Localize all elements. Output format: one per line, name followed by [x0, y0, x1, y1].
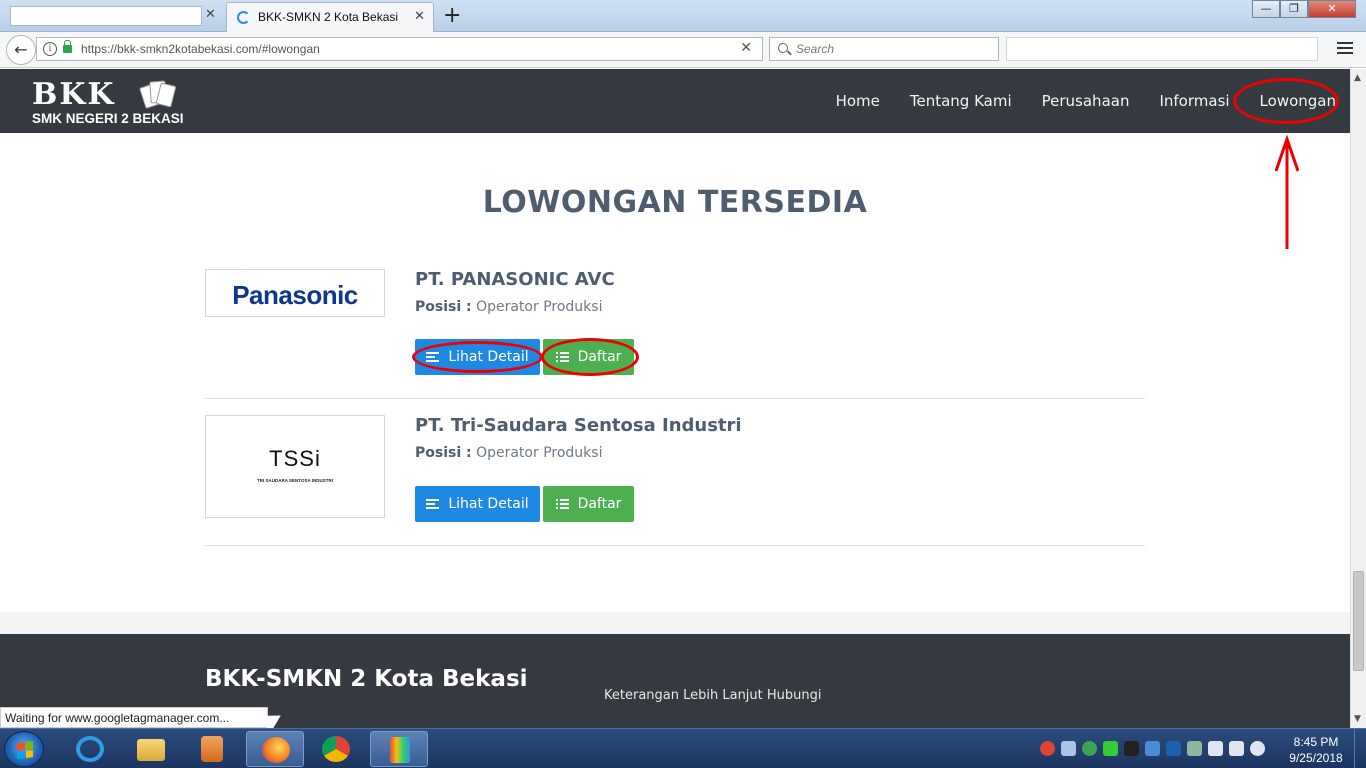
system-tray: [1040, 741, 1265, 756]
search-input[interactable]: Search: [769, 37, 999, 61]
url-bar[interactable]: i https://bkk-smkn2kotabekasi.com/#lowon…: [36, 37, 763, 61]
info-icon[interactable]: i: [43, 42, 57, 56]
company-logo-panasonic: Panasonic: [205, 269, 385, 317]
nav-tentang-kami[interactable]: Tentang Kami: [910, 92, 1012, 110]
paint-icon: [390, 737, 410, 763]
company-name: PT. PANASONIC AVC: [415, 269, 615, 290]
url-text[interactable]: https://bkk-smkn2kotabekasi.com/#lowonga…: [81, 42, 320, 56]
scroll-thumb[interactable]: [1353, 571, 1364, 671]
triangle-tray-icon[interactable]: [1103, 741, 1118, 756]
folder-icon: [137, 739, 165, 761]
show-desktop-button[interactable]: [1354, 729, 1366, 768]
annotation-circle-daftar: [541, 338, 639, 376]
playing-cards-icon: [138, 80, 177, 109]
page-scrollbar[interactable]: ▲ ▼: [1350, 69, 1366, 728]
taskbar-internet-explorer[interactable]: [61, 731, 119, 767]
nav-perusahaan[interactable]: Perusahaan: [1042, 92, 1130, 110]
taskbar-media-player[interactable]: [183, 731, 241, 767]
annotation-circle-lowongan: [1233, 78, 1339, 124]
chrome-icon: [322, 736, 350, 762]
loading-spinner-icon: [237, 11, 250, 24]
windows-logo-icon: [17, 741, 33, 759]
flag-icon[interactable]: [1208, 741, 1223, 756]
footer-title: BKK-SMKN 2 Kota Bekasi: [205, 666, 528, 692]
job-listing: Panasonic PT. PANASONIC AVC Posisi : Ope…: [205, 269, 1145, 399]
footer-spacer: [0, 612, 1350, 634]
bluetooth-icon[interactable]: [1166, 741, 1181, 756]
windows-taskbar: 8:45 PM 9/25/2018: [0, 728, 1366, 768]
internet-explorer-icon: [76, 736, 104, 762]
page-viewport: BKK SMK NEGERI 2 BEKASI Home Tentang Kam…: [0, 69, 1350, 728]
lock-icon: [63, 40, 72, 53]
firefox-icon: [262, 737, 290, 763]
align-left-icon: [426, 497, 440, 511]
browser-tab-bar: ✕ BKK-SMKN 2 Kota Bekasi ✕ + — ❐ ✕: [0, 0, 1366, 32]
annotation-circle-detail: [412, 341, 543, 373]
search-placeholder: Search: [796, 42, 835, 56]
nav-home[interactable]: Home: [836, 92, 880, 110]
company-logo-tssi: TSSi TRI SAUDARA SENTOSA INDUSTRI: [205, 415, 385, 518]
minimize-button[interactable]: —: [1252, 0, 1280, 18]
logo-sub-text: SMK NEGERI 2 BEKASI: [32, 111, 184, 126]
taskbar-firefox[interactable]: [246, 731, 304, 767]
job-position: Posisi : Operator Produksi: [415, 299, 603, 315]
tab-close-icon[interactable]: ✕: [414, 9, 425, 24]
new-tab-button[interactable]: +: [443, 3, 461, 28]
lihat-detail-button[interactable]: Lihat Detail: [415, 486, 540, 522]
site-header: BKK SMK NEGERI 2 BEKASI Home Tentang Kam…: [0, 69, 1350, 133]
chrome-tray-icon[interactable]: [1040, 741, 1055, 756]
job-position: Posisi : Operator Produksi: [415, 445, 603, 461]
company-name: PT. Tri-Saudara Sentosa Industri: [415, 415, 742, 436]
browser-status-bar: Waiting for www.googletagmanager.com...: [0, 707, 268, 728]
app-tray-icon[interactable]: [1061, 741, 1076, 756]
close-window-button[interactable]: ✕: [1308, 0, 1356, 18]
maximize-button[interactable]: ❐: [1280, 0, 1308, 18]
tab-title: BKK-SMKN 2 Kota Bekasi: [258, 10, 399, 24]
clock-time: 8:45 PM: [1293, 735, 1339, 749]
tssi-logo-text: TSSi: [269, 446, 321, 471]
logo-main-text: BKK: [32, 77, 116, 112]
taskbar-chrome[interactable]: [307, 731, 365, 767]
signal-bars-icon[interactable]: [1229, 741, 1244, 756]
browser-nav-bar: ← i https://bkk-smkn2kotabekasi.com/#low…: [0, 32, 1366, 68]
list-icon: [555, 497, 569, 511]
daftar-button[interactable]: Daftar: [543, 486, 634, 522]
scroll-down-icon[interactable]: ▼: [1354, 714, 1361, 724]
url-clear-icon[interactable]: ✕: [740, 40, 752, 56]
section-title: LOWONGAN TERSEDIA: [482, 185, 868, 220]
inactive-tab-close-icon[interactable]: ✕: [205, 7, 216, 22]
panasonic-logo-text: Panasonic: [232, 280, 358, 310]
hardware-tray-icon[interactable]: [1145, 741, 1160, 756]
network-tray-icon[interactable]: [1124, 741, 1139, 756]
taskbar-file-explorer[interactable]: [122, 731, 180, 767]
taskbar-paint[interactable]: [370, 731, 428, 767]
site-logo[interactable]: BKK SMK NEGERI 2 BEKASI: [32, 79, 192, 127]
usb-tray-icon[interactable]: [1187, 741, 1202, 756]
globe-tray-icon[interactable]: [1082, 741, 1097, 756]
window-controls: — ❐ ✕: [1252, 0, 1356, 18]
search-icon: [778, 43, 788, 53]
footer-info: Keterangan Lebih Lanjut Hubungi: [604, 688, 822, 703]
taskbar-clock[interactable]: 8:45 PM 9/25/2018: [1284, 734, 1348, 766]
media-player-icon: [201, 736, 223, 762]
start-button[interactable]: [4, 731, 44, 767]
browser-tab-active[interactable]: BKK-SMKN 2 Kota Bekasi ✕: [226, 2, 434, 32]
nav-informasi[interactable]: Informasi: [1159, 92, 1229, 110]
clock-date: 9/25/2018: [1289, 751, 1343, 765]
scroll-up-icon[interactable]: ▲: [1354, 73, 1361, 83]
volume-icon[interactable]: [1250, 741, 1265, 756]
tssi-logo-subtext: TRI SAUDARA SENTOSA INDUSTRI: [256, 478, 334, 483]
job-listing: TSSi TRI SAUDARA SENTOSA INDUSTRI PT. Tr…: [205, 415, 1145, 546]
hamburger-menu-icon[interactable]: [1337, 42, 1353, 57]
browser-tab-inactive[interactable]: [10, 6, 202, 26]
back-button[interactable]: ←: [6, 35, 36, 65]
toolbar-blank-field[interactable]: [1006, 37, 1318, 61]
